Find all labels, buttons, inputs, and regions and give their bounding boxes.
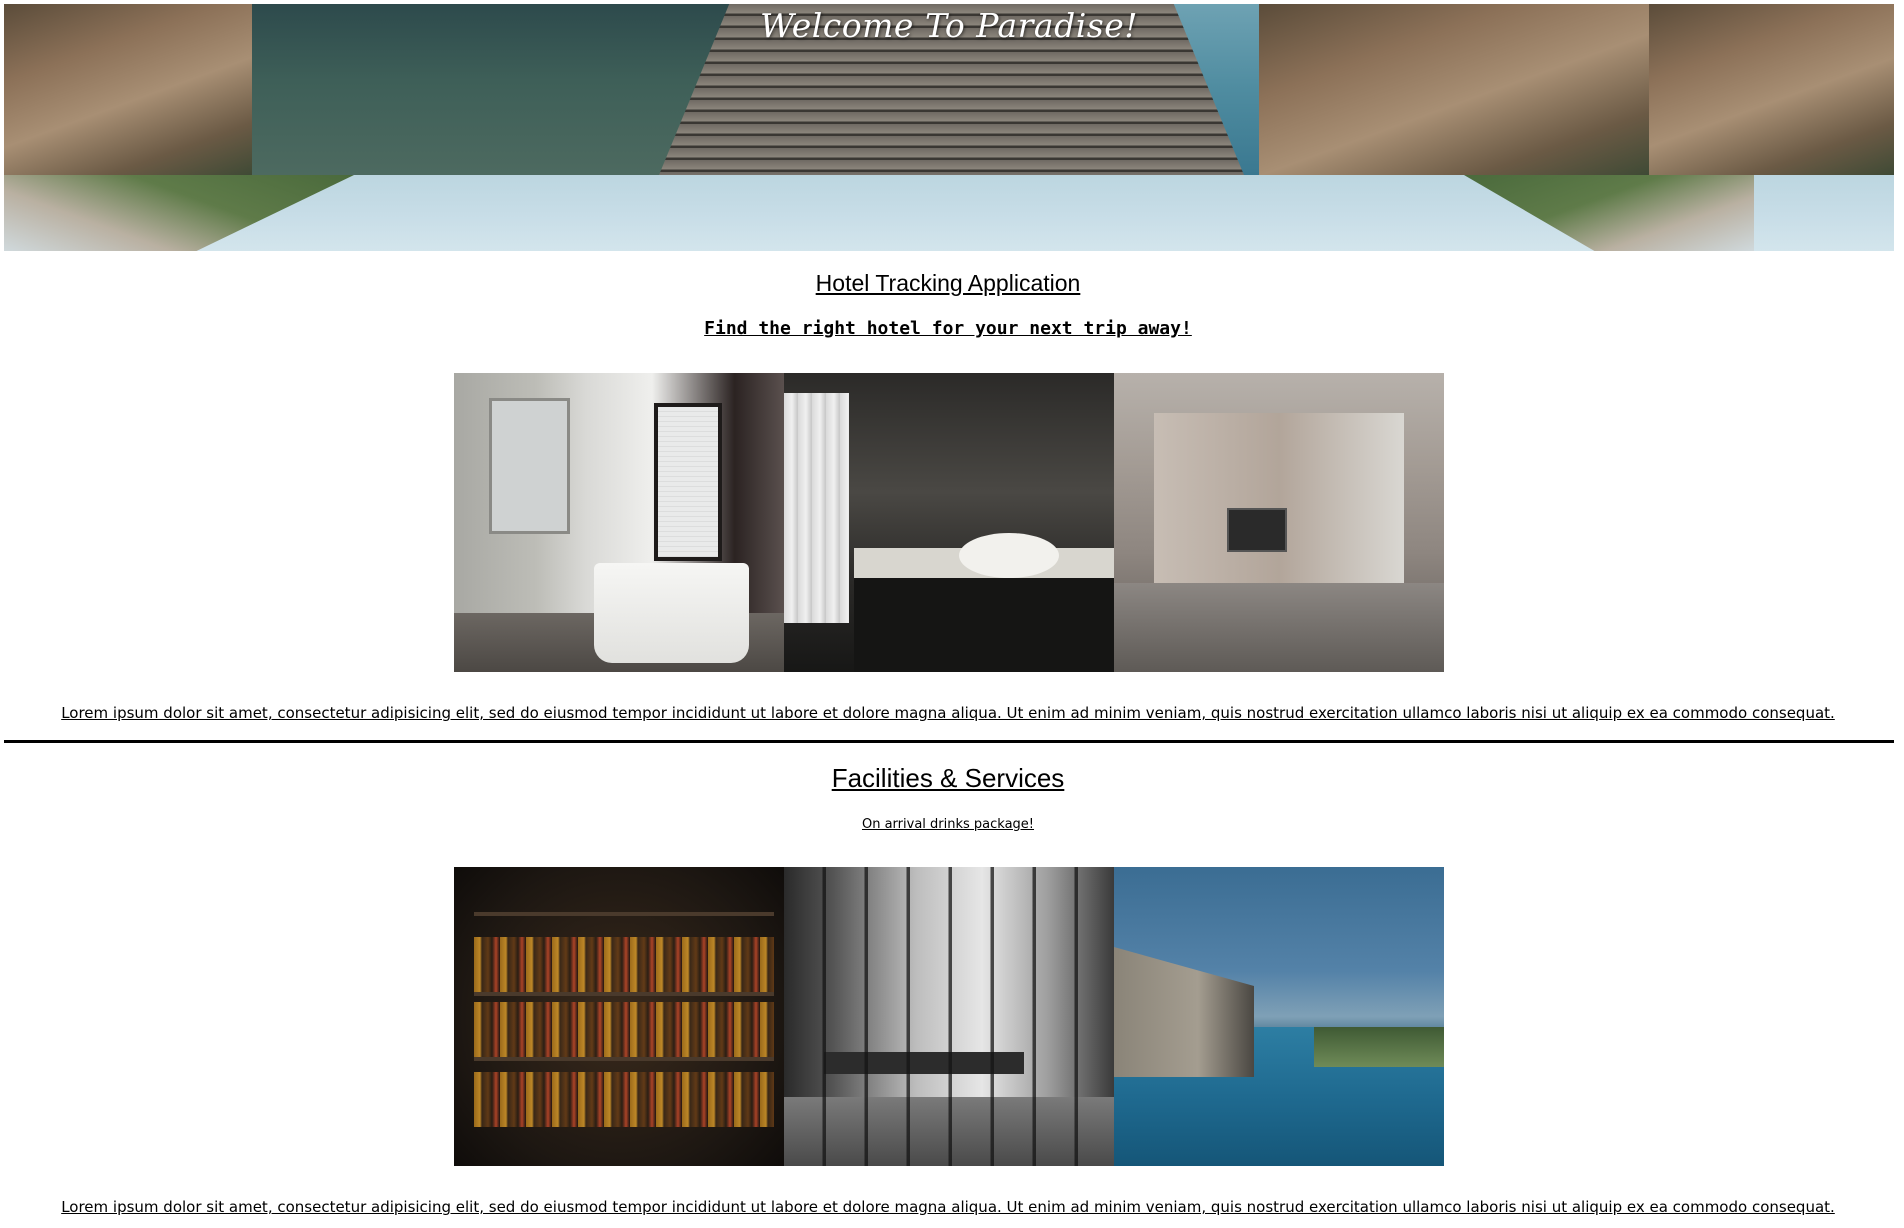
banner-title: Welcome To Paradise! [759, 6, 1139, 45]
facilities-title: Facilities & Services [831, 763, 1065, 793]
conference-room-photo [784, 867, 1114, 1166]
page-subtitle: Find the right hotel for your next trip … [704, 318, 1192, 339]
dark-bathroom-photo [784, 373, 1114, 672]
facilities-gallery [454, 867, 1444, 1166]
bar-photo [454, 867, 784, 1166]
facilities-description: Lorem ipsum dolor sit amet, consectetur … [61, 1198, 1835, 1216]
living-room-photo [1114, 373, 1444, 672]
page-title: Hotel Tracking Application [815, 270, 1081, 296]
section-divider [4, 740, 1894, 743]
bathroom-photo [454, 373, 784, 672]
hotel-room-gallery [454, 373, 1444, 672]
hotel-description: Lorem ipsum dolor sit amet, consectetur … [61, 704, 1835, 722]
facilities-subtitle: On arrival drinks package! [861, 817, 1035, 832]
infinity-pool-photo [1114, 867, 1444, 1166]
hero-banner: Welcome To Paradise! [4, 4, 1894, 251]
